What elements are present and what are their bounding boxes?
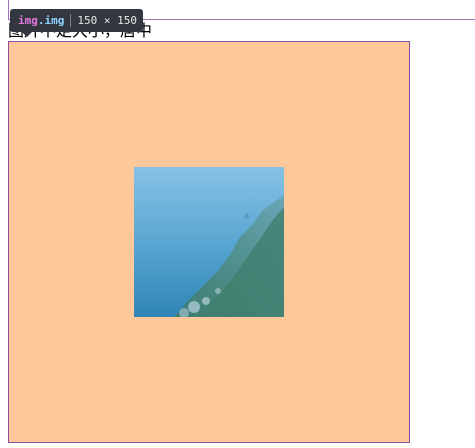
centered-image[interactable] (134, 167, 284, 317)
coastal-landscape-image (134, 167, 284, 317)
tooltip-dimensions: 150 × 150 (77, 14, 137, 27)
tooltip-class-name: .img (37, 14, 65, 27)
tooltip-tag-name: img (18, 14, 38, 27)
tooltip-arrow-icon (22, 32, 32, 37)
tooltip-separator (70, 14, 72, 27)
devtools-element-tooltip: img .img 150 × 150 (10, 9, 143, 37)
page-root: 图片不定大小，居中 (0, 0, 475, 448)
